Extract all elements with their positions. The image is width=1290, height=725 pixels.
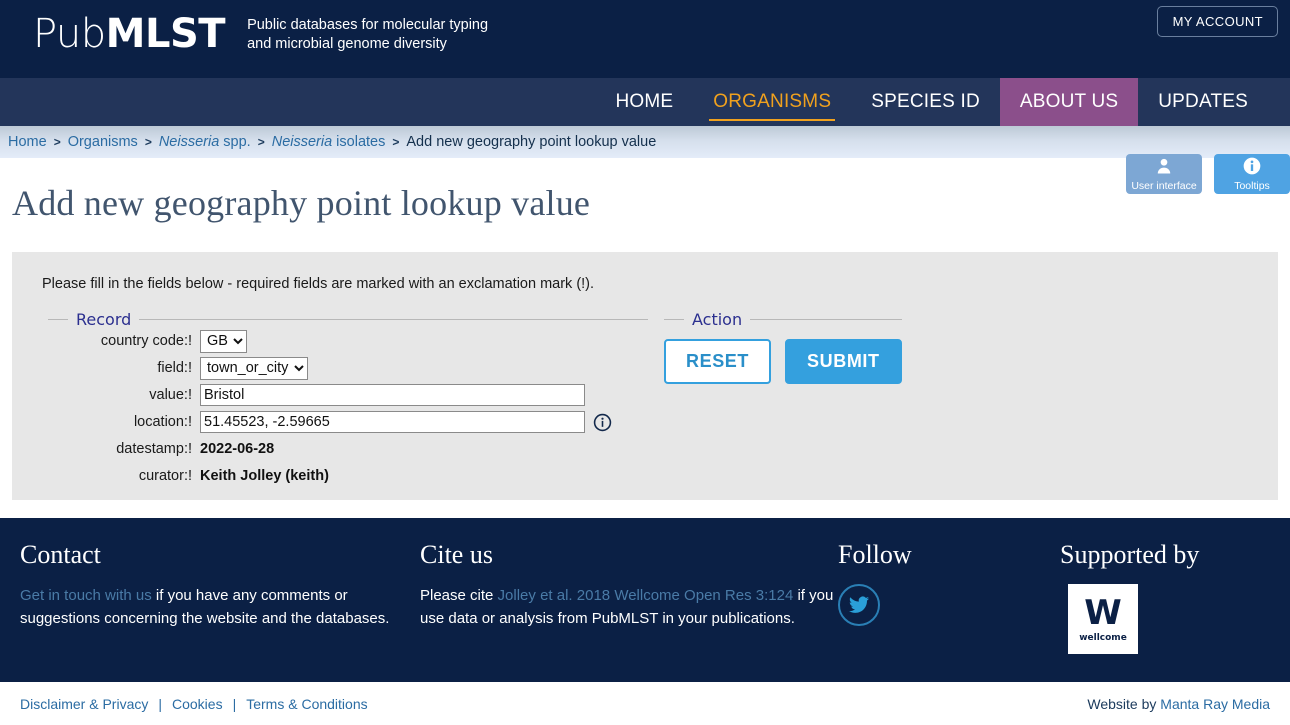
- breadcrumb-genus-suffix: spp.: [219, 134, 251, 150]
- logo-text: PubMLST: [33, 11, 226, 57]
- field-row-value: value:!: [48, 383, 648, 407]
- curator-label: curator:!: [138, 468, 192, 484]
- breadcrumb-home[interactable]: Home: [8, 134, 47, 150]
- breadcrumb-separator: >: [53, 135, 61, 149]
- cookies-link[interactable]: Cookies: [172, 696, 223, 712]
- instructions-text: Please fill in the fields below - requir…: [42, 276, 595, 292]
- citation-ref: 2018 Wellcome Open Res 3:124: [572, 587, 794, 604]
- twitter-icon: [848, 596, 870, 613]
- tooltips-label: Tooltips: [1234, 180, 1270, 192]
- cite-heading: Cite us: [420, 540, 493, 569]
- field-select[interactable]: town_or_city: [200, 356, 308, 380]
- breadcrumb-separator: >: [144, 135, 152, 149]
- value-label: value:!: [149, 387, 192, 403]
- wellcome-logo[interactable]: W wellcome: [1068, 584, 1138, 654]
- wellcome-logo-letter: W: [1084, 592, 1122, 633]
- field-row-country-code: country code:! GB: [48, 329, 648, 353]
- breadcrumb-isolates-genus: Neisseria: [271, 134, 333, 150]
- citation-etal: et al.: [540, 587, 573, 604]
- content-panel: Please fill in the fields below - requir…: [12, 252, 1278, 500]
- action-buttons: RESET SUBMIT: [664, 329, 902, 384]
- action-fieldset: Action RESET SUBMIT: [664, 310, 902, 384]
- action-legend: Action: [692, 310, 743, 329]
- footer-contact-column: Contact Get in touch with us if you have…: [0, 540, 420, 654]
- value-input[interactable]: [200, 384, 585, 406]
- citation-link[interactable]: Jolley et al. 2018 Wellcome Open Res 3:1…: [498, 587, 794, 604]
- breadcrumb-genus: Neisseria: [158, 134, 220, 150]
- site-header: PubMLST Public databases for molecular t…: [0, 0, 1290, 78]
- twitter-link[interactable]: [838, 584, 880, 626]
- field-row-curator: curator:! Keith Jolley (keith): [48, 464, 648, 488]
- datestamp-label: datestamp:!: [116, 441, 192, 457]
- nav-item-home[interactable]: HOME: [595, 78, 693, 126]
- contact-text: Get in touch with us if you have any com…: [20, 584, 420, 630]
- site-credit: Website by Manta Ray Media: [1087, 696, 1270, 712]
- footer-follow-column: Follow: [838, 540, 1060, 654]
- contact-heading: Contact: [20, 540, 101, 569]
- location-input[interactable]: [200, 411, 585, 433]
- link-separator: |: [158, 695, 162, 712]
- breadcrumb-organisms[interactable]: Organisms: [68, 134, 138, 150]
- user-interface-label: User interface: [1131, 180, 1197, 192]
- link-separator: |: [232, 695, 237, 712]
- cite-prefix: Please cite: [420, 587, 498, 604]
- country-code-label: country code:!: [100, 333, 192, 349]
- user-icon: [1157, 158, 1171, 174]
- tooltips-button[interactable]: Tooltips: [1214, 154, 1290, 194]
- breadcrumb-neisseria-isolates[interactable]: Neisseria isolates: [272, 134, 386, 150]
- record-legend: Record: [76, 310, 132, 329]
- location-label: location:!: [133, 414, 192, 430]
- breadcrumb-neisseria-spp[interactable]: Neisseria spp.: [159, 134, 251, 150]
- footer-supported-column: Supported by W wellcome: [1060, 540, 1290, 654]
- nav-item-organisms[interactable]: ORGANISMS: [693, 78, 851, 126]
- breadcrumb-isolates-suffix: isolates: [332, 134, 386, 150]
- supported-by-heading: Supported by: [1060, 540, 1200, 569]
- nav-item-about-us[interactable]: ABOUT US: [999, 78, 1139, 126]
- field-row-field: field:! town_or_city: [48, 356, 648, 380]
- my-account-button[interactable]: MY ACCOUNT: [1156, 6, 1278, 37]
- page-title: Add new geography point lookup value: [12, 183, 591, 223]
- site-tagline: Public databases for molecular typing an…: [247, 14, 488, 54]
- user-interface-button[interactable]: User interface: [1126, 154, 1202, 194]
- breadcrumb-separator: >: [257, 135, 265, 149]
- submit-button[interactable]: SUBMIT: [785, 339, 902, 384]
- citation-author: Jolley: [497, 587, 541, 604]
- footer-cite-column: Cite us Please cite Jolley et al. 2018 W…: [420, 540, 838, 654]
- cite-text: Please cite Jolley et al. 2018 Wellcome …: [420, 584, 838, 630]
- curator-value: Keith Jolley (keith): [200, 468, 329, 484]
- logo-pub: Pub: [33, 11, 106, 57]
- main-navigation: HOME ORGANISMS SPECIES ID ABOUT US UPDAT…: [0, 78, 1290, 126]
- field-label: field:!: [157, 360, 192, 376]
- country-code-select[interactable]: GB: [200, 329, 247, 353]
- field-row-datestamp: datestamp:! 2022-06-28: [48, 437, 648, 461]
- tagline-line-1: Public databases for molecular typing: [247, 17, 489, 33]
- breadcrumb: Home > Organisms > Neisseria spp. > Neis…: [0, 126, 1290, 158]
- manta-ray-media-link[interactable]: Manta Ray Media: [1160, 696, 1270, 712]
- nav-item-species-id[interactable]: SPECIES ID: [851, 78, 1000, 126]
- tagline-line-2: and microbial genome diversity: [247, 36, 447, 52]
- nav-item-updates[interactable]: UPDATES: [1138, 78, 1268, 126]
- datestamp-value: 2022-06-28: [200, 441, 275, 457]
- bottom-bar: Disclaimer & Privacy | Cookies | Terms &…: [0, 682, 1290, 725]
- info-icon: [1243, 157, 1261, 175]
- site-footer: Contact Get in touch with us if you have…: [0, 518, 1290, 682]
- record-fieldset: Record country code:! GB field:! town_or…: [48, 310, 648, 491]
- breadcrumb-separator: >: [392, 135, 400, 149]
- site-logo[interactable]: PubMLST Public databases for molecular t…: [33, 14, 488, 54]
- reset-button[interactable]: RESET: [664, 339, 772, 384]
- field-row-location: location:!: [48, 410, 648, 434]
- get-in-touch-link[interactable]: Get in touch with us: [20, 587, 152, 604]
- logo-mlst: MLST: [105, 11, 226, 57]
- credit-prefix: Website by: [1087, 695, 1161, 712]
- location-info-icon[interactable]: [593, 413, 612, 432]
- footer-columns: Contact Get in touch with us if you have…: [0, 540, 1290, 654]
- breadcrumb-current-page: Add new geography point lookup value: [406, 134, 657, 150]
- wellcome-logo-name: wellcome: [1079, 632, 1127, 643]
- terms-conditions-link[interactable]: Terms & Conditions: [246, 696, 367, 712]
- legal-links: Disclaimer & Privacy | Cookies | Terms &…: [20, 696, 368, 712]
- disclaimer-privacy-link[interactable]: Disclaimer & Privacy: [20, 696, 148, 712]
- follow-heading: Follow: [838, 540, 912, 569]
